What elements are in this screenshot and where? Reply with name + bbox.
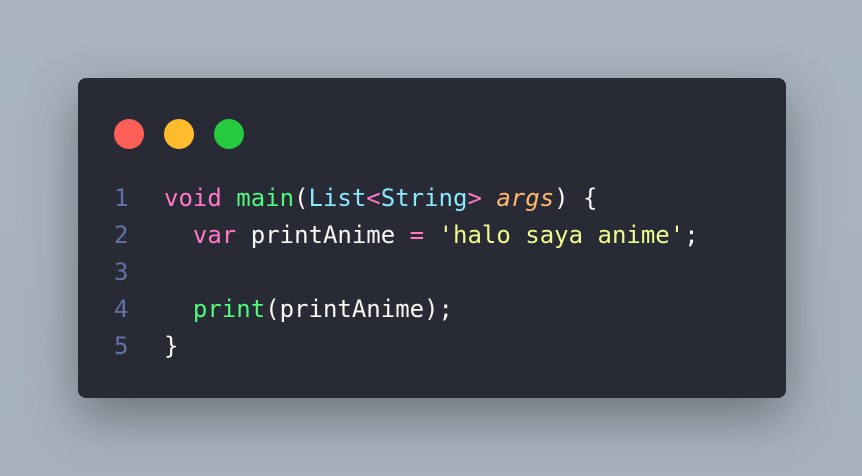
line-number: 5 [114, 332, 129, 360]
code-token: args [496, 184, 555, 212]
code-window: 1 void main(List<String> args) {2 var pri… [78, 78, 786, 398]
code-token: List [308, 184, 367, 212]
code-token: var [192, 221, 237, 249]
line-number: 1 [114, 184, 129, 212]
code-token: print [192, 295, 266, 323]
code-token: main [236, 184, 295, 212]
line-number: 2 [114, 221, 129, 249]
code-token: (printAnime); [265, 295, 453, 323]
minimize-dot-icon[interactable] [164, 119, 194, 149]
code-token: printAnime [236, 221, 410, 249]
close-dot-icon[interactable] [114, 119, 144, 149]
code-text: var printAnime = 'halo saya anime'; [164, 217, 699, 254]
code-line: 1 void main(List<String> args) { [78, 180, 786, 217]
code-text: print(printAnime); [164, 291, 453, 328]
line-number: 3 [114, 258, 129, 286]
code-line: 2 var printAnime = 'halo saya anime'; [78, 217, 786, 254]
code-text: void main(List<String> args) { [164, 180, 598, 217]
code-line: 4 print(printAnime); [78, 291, 786, 328]
maximize-dot-icon[interactable] [214, 119, 244, 149]
code-token: ) { [554, 184, 598, 212]
code-token: > [467, 184, 482, 212]
code-text: } [164, 328, 178, 365]
code-token: = [409, 221, 425, 249]
code-block: 1 void main(List<String> args) {2 var pri… [78, 180, 786, 365]
code-token: String [380, 184, 468, 212]
code-token: ; [684, 221, 699, 249]
code-line: 3 [78, 254, 786, 291]
code-line: 5} [78, 328, 786, 365]
code-token: < [366, 184, 381, 212]
line-number: 4 [114, 295, 129, 323]
code-token: void [164, 184, 222, 212]
window-controls [114, 119, 244, 149]
code-token: ( [294, 184, 309, 212]
code-token: 'halo saya anime' [438, 221, 685, 249]
code-token: } [164, 332, 179, 360]
